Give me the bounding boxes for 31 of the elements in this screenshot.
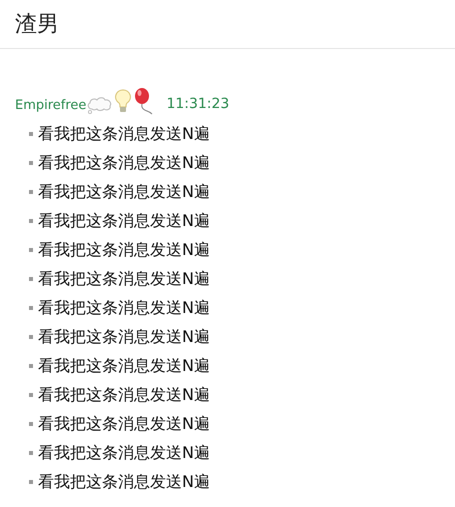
message-text: 看我把这条消息发送N遍 — [38, 384, 210, 406]
message-text: 看我把这条消息发送N遍 — [38, 268, 210, 290]
message-text: 看我把这条消息发送N遍 — [38, 238, 210, 260]
bullet-icon — [29, 248, 33, 252]
bullet-icon — [29, 334, 33, 338]
bullet-icon — [29, 392, 33, 396]
sender-name: Empirefree — [15, 96, 86, 114]
message-text: 看我把这条消息发送N遍 — [38, 354, 210, 376]
bullet-icon — [29, 160, 33, 164]
message-text: 看我把这条消息发送N遍 — [38, 326, 210, 348]
message-text: 看我把这条消息发送N遍 — [38, 210, 210, 232]
bullet-icon — [29, 276, 33, 280]
bullet-icon — [29, 218, 33, 222]
message-text: 看我把这条消息发送N遍 — [38, 152, 210, 174]
message-text: 看我把这条消息发送N遍 — [38, 180, 210, 202]
balloon-icon — [132, 87, 154, 115]
message-text: 看我把这条消息发送N遍 — [38, 442, 210, 464]
message-text: 看我把这条消息发送N遍 — [38, 296, 210, 318]
bullet-icon — [29, 422, 33, 426]
chat-title: 渣男 — [15, 12, 59, 37]
message-time: 11:31:23 — [166, 95, 230, 114]
message-text: 看我把这条消息发送N遍 — [38, 122, 210, 144]
message-text: 看我把这条消息发送N遍 — [38, 470, 210, 492]
message-text: 看我把这条消息发送N遍 — [38, 412, 210, 434]
bullet-icon — [29, 450, 33, 454]
bullet-icon — [29, 480, 33, 484]
bullet-icon — [29, 306, 33, 310]
bullet-icon — [29, 190, 33, 194]
lightbulb-icon — [114, 89, 132, 115]
bullet-icon — [29, 364, 33, 368]
bullet-icon — [29, 132, 33, 136]
